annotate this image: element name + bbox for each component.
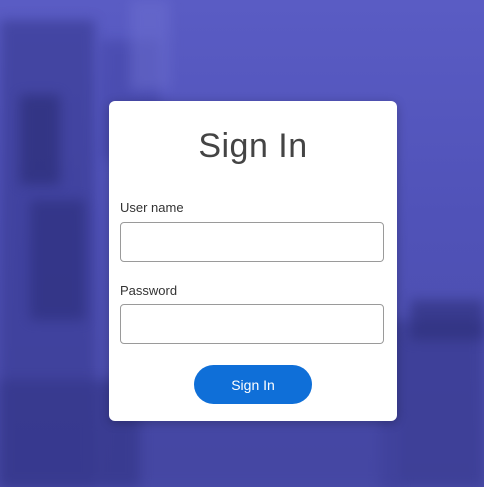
password-label: Password	[120, 283, 178, 298]
background-building-shape	[410, 300, 484, 340]
sign-in-button[interactable]: Sign In	[194, 365, 312, 404]
sign-in-card: Sign In User name Password Sign In	[109, 101, 397, 421]
background-building-shape	[20, 95, 60, 185]
background-building-shape	[130, 0, 170, 90]
page-title: Sign In	[198, 127, 308, 165]
username-label: User name	[120, 200, 184, 215]
background-building-shape	[30, 200, 85, 320]
password-input[interactable]	[120, 304, 384, 344]
username-input[interactable]	[120, 222, 384, 262]
background-building-shape	[100, 420, 400, 487]
